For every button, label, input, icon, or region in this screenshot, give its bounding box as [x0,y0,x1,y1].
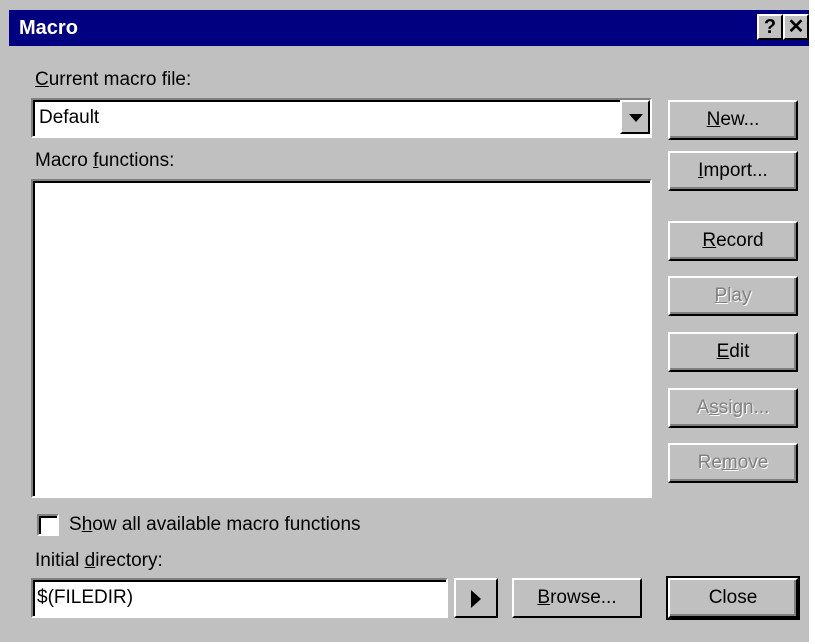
assign-button[interactable]: Assign... [668,388,798,428]
macro-functions-label: Macro functions: [35,150,175,171]
initial-directory-input[interactable]: $(FILEDIR) [31,578,448,618]
show-all-checkbox[interactable] [37,514,59,536]
close-button[interactable]: Close [666,576,800,620]
play-arrow-icon [471,590,481,608]
record-button[interactable]: Record [668,221,798,261]
current-macro-file-value: Default [39,107,100,128]
insert-variable-button[interactable] [454,578,498,618]
edit-button[interactable]: Edit [668,332,798,372]
macro-dialog: Macro ? ✕ Current macro file: Default Ma… [0,0,815,644]
initial-directory-label: Initial directory: [35,550,163,571]
macro-functions-list[interactable] [31,179,652,498]
help-button[interactable]: ? [757,14,783,40]
current-macro-file-label: Current macro file: [35,69,192,90]
title-bar: Macro ? ✕ [9,10,809,46]
current-macro-file-select[interactable]: Default [31,98,652,138]
chevron-down-icon [629,114,643,122]
window-title: Macro [19,17,78,39]
remove-button[interactable]: Remove [668,443,798,483]
new-button[interactable]: New... [668,100,798,140]
import-button[interactable]: Import... [668,151,798,191]
close-icon[interactable]: ✕ [783,14,809,40]
browse-button[interactable]: Browse... [512,578,642,618]
initial-directory-value: $(FILEDIR) [37,587,134,608]
dropdown-button[interactable] [620,100,650,134]
play-button[interactable]: Play [668,276,798,316]
show-all-label[interactable]: Show all available macro functions [69,514,361,536]
